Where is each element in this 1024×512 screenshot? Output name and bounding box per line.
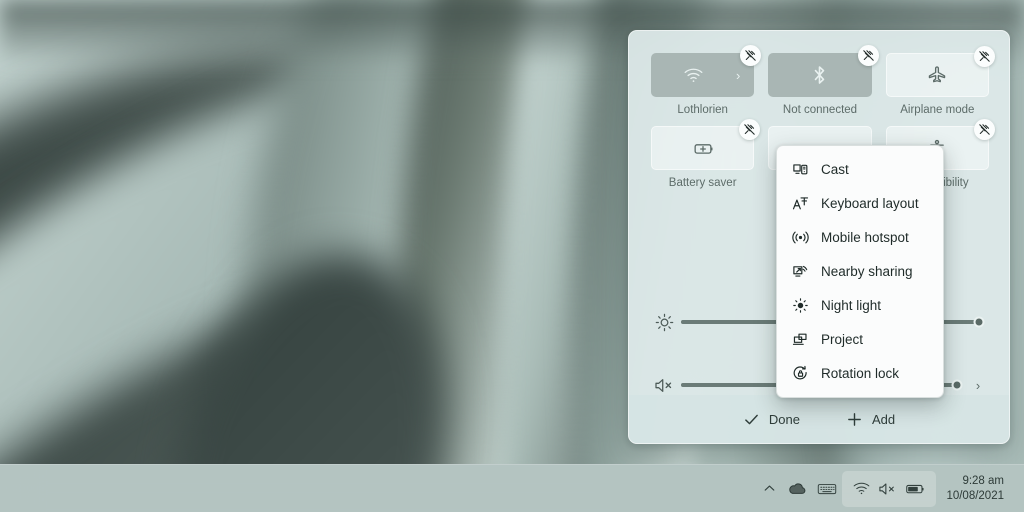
desktop-screen: › Lothlorien Not connected Airplane mode… <box>0 0 1024 512</box>
unpin-icon[interactable] <box>974 119 995 140</box>
menu-item-label: Nearby sharing <box>821 263 913 279</box>
quick-tile-battery-saver-button[interactable] <box>651 119 761 170</box>
taskbar-clock[interactable]: 9:28 am 10/08/2021 <box>936 469 1016 509</box>
cast-icon <box>791 161 809 178</box>
quick-tile-wifi[interactable]: › Lothlorien <box>651 45 762 116</box>
menu-item-label: Keyboard layout <box>821 195 919 211</box>
volume-muted-icon[interactable] <box>874 471 901 507</box>
volume-slider-thumb[interactable] <box>951 379 963 391</box>
done-label: Done <box>768 411 800 427</box>
battery-icon[interactable] <box>901 471 930 507</box>
night-light-icon <box>791 297 809 314</box>
wifi-icon[interactable] <box>848 471 874 507</box>
done-button[interactable]: Done <box>733 406 810 433</box>
quick-tile-bluetooth[interactable]: Not connected <box>768 45 879 116</box>
bluetooth-icon <box>768 65 871 85</box>
system-tray: 9:28 am 10/08/2021 <box>756 465 1024 512</box>
quick-tile-label: Battery saver <box>668 177 737 189</box>
chevron-right-icon[interactable]: › <box>736 69 740 82</box>
unpin-icon[interactable] <box>739 119 761 140</box>
menu-item-nearby-sharing[interactable]: Nearby sharing <box>777 254 943 288</box>
quick-tile-label: Not connected <box>782 104 858 116</box>
menu-item-label: Cast <box>821 161 849 177</box>
quick-tile-label: Lothlorien <box>677 104 728 116</box>
clock-date: 10/08/2021 <box>946 489 1004 502</box>
wifi-icon <box>651 68 736 83</box>
add-tile-menu: Cast Keyboard layout Mobile hotspot Near… <box>776 145 944 398</box>
plus-icon <box>846 411 863 428</box>
menu-item-label: Mobile hotspot <box>821 229 909 245</box>
menu-item-keyboard-layout[interactable]: Keyboard layout <box>777 186 943 220</box>
menu-item-mobile-hotspot[interactable]: Mobile hotspot <box>777 220 943 254</box>
chevron-right-icon[interactable]: › <box>967 378 989 393</box>
brightness-slider-thumb[interactable] <box>973 316 985 328</box>
keyboard-icon[interactable] <box>812 471 842 507</box>
quick-tile-bluetooth-button[interactable] <box>768 45 879 97</box>
quick-tile-label: Airplane mode <box>900 104 975 116</box>
clock-time: 9:28 am <box>962 474 1004 487</box>
nearby-sharing-icon <box>791 263 809 280</box>
quick-tile-airplane-mode[interactable]: Airplane mode <box>885 46 995 116</box>
keyboard-layout-icon <box>791 195 809 212</box>
mobile-hotspot-icon <box>791 229 809 246</box>
menu-item-night-light[interactable]: Night light <box>777 288 943 322</box>
menu-item-label: Project <box>821 331 864 347</box>
tray-status-group[interactable] <box>842 470 937 507</box>
menu-item-rotation-lock[interactable]: Rotation lock <box>777 356 943 390</box>
taskbar: 9:28 am 10/08/2021 <box>0 464 1024 512</box>
add-button[interactable]: Add <box>836 406 905 433</box>
volume-muted-icon[interactable] <box>651 377 677 394</box>
unpin-icon[interactable] <box>857 45 879 66</box>
quick-settings-footer: Done Add <box>629 395 1009 443</box>
check-icon <box>743 411 760 428</box>
menu-item-cast[interactable]: Cast <box>777 152 943 186</box>
unpin-icon[interactable] <box>974 46 995 67</box>
add-label: Add <box>871 411 896 427</box>
quick-tile-airplane-mode-button[interactable] <box>885 46 995 97</box>
menu-item-project[interactable]: Project <box>777 322 943 356</box>
brightness-icon <box>651 313 677 332</box>
quick-tile-wifi-button[interactable]: › <box>651 45 762 97</box>
menu-item-label: Rotation lock <box>821 365 900 381</box>
airplane-icon <box>887 65 988 85</box>
onedrive-icon[interactable] <box>782 471 812 507</box>
unpin-icon[interactable] <box>740 45 762 66</box>
battery-saver-icon <box>652 141 753 156</box>
project-icon <box>791 331 809 348</box>
chevron-up-icon[interactable] <box>756 471 782 507</box>
rotation-lock-icon <box>791 365 809 382</box>
menu-item-label: Night light <box>821 297 882 313</box>
quick-tile-battery-saver[interactable]: Battery saver <box>651 119 761 189</box>
